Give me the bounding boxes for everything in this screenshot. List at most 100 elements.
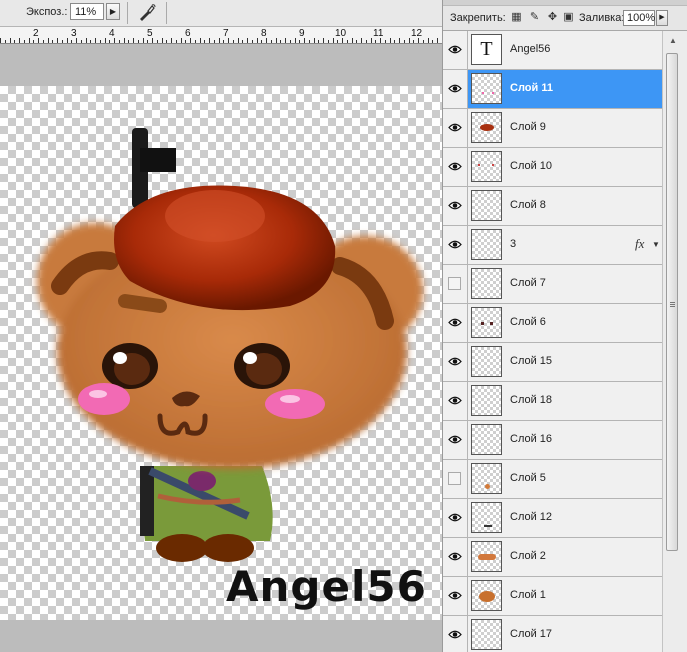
- ruler-tick: [124, 38, 125, 43]
- layer-row[interactable]: Слой 12: [443, 499, 662, 538]
- eye-icon: [448, 318, 462, 327]
- layer-name: Слой 12: [510, 511, 553, 523]
- layer-visibility-toggle[interactable]: [443, 148, 468, 186]
- layer-name: Слой 16: [510, 433, 553, 445]
- layer-name: Слой 1: [510, 589, 546, 601]
- lock-position-icon[interactable]: ✥: [547, 12, 558, 23]
- lock-transparency-icon[interactable]: ▦: [511, 12, 522, 23]
- layer-row[interactable]: Слой 11: [443, 70, 662, 109]
- lock-paint-icon[interactable]: ✎: [529, 12, 540, 23]
- ruler-tick: [333, 38, 334, 43]
- layer-thumbnail: [471, 463, 502, 494]
- ruler-tick: [276, 38, 277, 43]
- ruler-tick: [157, 40, 158, 43]
- layer-visibility-toggle[interactable]: [443, 538, 468, 576]
- layer-row[interactable]: T Angel56: [443, 31, 662, 70]
- layer-name: Слой 2: [510, 550, 546, 562]
- layer-row[interactable]: Слой 17: [443, 616, 662, 652]
- layer-visibility-toggle[interactable]: [443, 304, 468, 342]
- layer-row[interactable]: Слой 5: [443, 460, 662, 499]
- fill-dropdown-button[interactable]: ▶: [656, 10, 668, 26]
- layer-row[interactable]: Слой 1: [443, 577, 662, 616]
- effects-expand-arrow-icon[interactable]: ▼: [652, 240, 660, 249]
- layer-visibility-toggle[interactable]: [443, 187, 468, 225]
- layer-row[interactable]: 3 fx ▼: [443, 226, 662, 265]
- ruler-tick: [318, 40, 319, 43]
- ruler-tick: [371, 38, 372, 43]
- layer-row[interactable]: Слой 7: [443, 265, 662, 304]
- eye-icon: [448, 552, 462, 561]
- layers-scrollbar[interactable]: ▲: [662, 31, 687, 652]
- ruler-label: 12: [411, 28, 423, 39]
- ruler-tick: [366, 40, 367, 43]
- layer-thumbnail: [471, 424, 502, 455]
- ruler-tick: [128, 40, 129, 43]
- layer-visibility-toggle[interactable]: [443, 343, 468, 381]
- layer-visibility-toggle[interactable]: [443, 31, 468, 69]
- ruler-tick: [86, 38, 87, 43]
- ruler-tick: [171, 38, 172, 43]
- layer-thumbnail: [471, 151, 502, 182]
- exposure-label: Экспоз.:: [26, 6, 68, 18]
- bear-artwork: [37, 128, 423, 562]
- layer-row[interactable]: Слой 8: [443, 187, 662, 226]
- layer-row[interactable]: Слой 16: [443, 421, 662, 460]
- ruler-tick: [19, 38, 20, 43]
- ruler-tick: [352, 38, 353, 43]
- ruler-tick: [385, 40, 386, 43]
- ruler-tick: [133, 38, 134, 43]
- layer-visibility-toggle[interactable]: [443, 226, 468, 264]
- ruler-tick: [418, 38, 419, 43]
- layer-visibility-toggle[interactable]: [443, 382, 468, 420]
- ruler-tick: [33, 40, 34, 43]
- layer-visibility-toggle[interactable]: [443, 499, 468, 537]
- layer-visibility-toggle[interactable]: [443, 460, 468, 498]
- layer-row[interactable]: Слой 6: [443, 304, 662, 343]
- ruler-tick: [81, 40, 82, 43]
- layer-row[interactable]: Слой 2: [443, 538, 662, 577]
- ruler-tick: [52, 40, 53, 43]
- ruler-tick: [413, 40, 414, 43]
- layer-row[interactable]: Слой 15: [443, 343, 662, 382]
- layer-visibility-toggle[interactable]: [443, 616, 468, 652]
- layer-visibility-toggle[interactable]: [443, 265, 468, 303]
- layer-row[interactable]: Слой 9: [443, 109, 662, 148]
- ruler-tick: [295, 38, 296, 43]
- layer-thumbnail: [471, 307, 502, 338]
- ruler-tick: [337, 40, 338, 43]
- ruler-tick: [100, 40, 101, 43]
- layer-name: Слой 18: [510, 394, 553, 406]
- ruler-tick: [437, 38, 438, 43]
- fill-input[interactable]: 100%: [623, 10, 655, 26]
- ruler-tick: [90, 40, 91, 43]
- ruler-tick: [285, 38, 286, 43]
- lock-all-icon[interactable]: ▣: [563, 12, 574, 23]
- ruler-label: 11: [373, 28, 384, 39]
- ruler-tick: [200, 38, 201, 43]
- layer-thumbnail: [471, 541, 502, 572]
- ruler-tick: [228, 38, 229, 43]
- airbrush-icon[interactable]: [137, 2, 157, 22]
- layer-name: Слой 9: [510, 121, 546, 133]
- layer-visibility-toggle[interactable]: [443, 421, 468, 459]
- scrollbar-thumb[interactable]: [666, 53, 678, 551]
- layer-visibility-toggle[interactable]: [443, 109, 468, 147]
- eye-icon: [448, 201, 462, 210]
- layer-thumbnail: [471, 229, 502, 260]
- pasteboard-top: [0, 44, 442, 86]
- scroll-up-arrow-icon[interactable]: ▲: [667, 35, 679, 47]
- ruler-tick: [356, 40, 357, 43]
- layer-visibility-toggle[interactable]: [443, 577, 468, 615]
- layer-effects-icon[interactable]: fx: [635, 236, 644, 252]
- layer-visibility-toggle[interactable]: [443, 70, 468, 108]
- ruler-tick: [432, 40, 433, 43]
- exposure-input[interactable]: 11%: [70, 3, 104, 20]
- ruler-tick: [252, 40, 253, 43]
- ruler-tick: [323, 38, 324, 43]
- exposure-dropdown-button[interactable]: ▶: [106, 3, 120, 20]
- ruler-tick: [67, 38, 68, 43]
- layer-row[interactable]: Слой 18: [443, 382, 662, 421]
- layer-row[interactable]: Слой 10: [443, 148, 662, 187]
- ruler-tick: [314, 38, 315, 43]
- ruler-tick: [347, 40, 348, 43]
